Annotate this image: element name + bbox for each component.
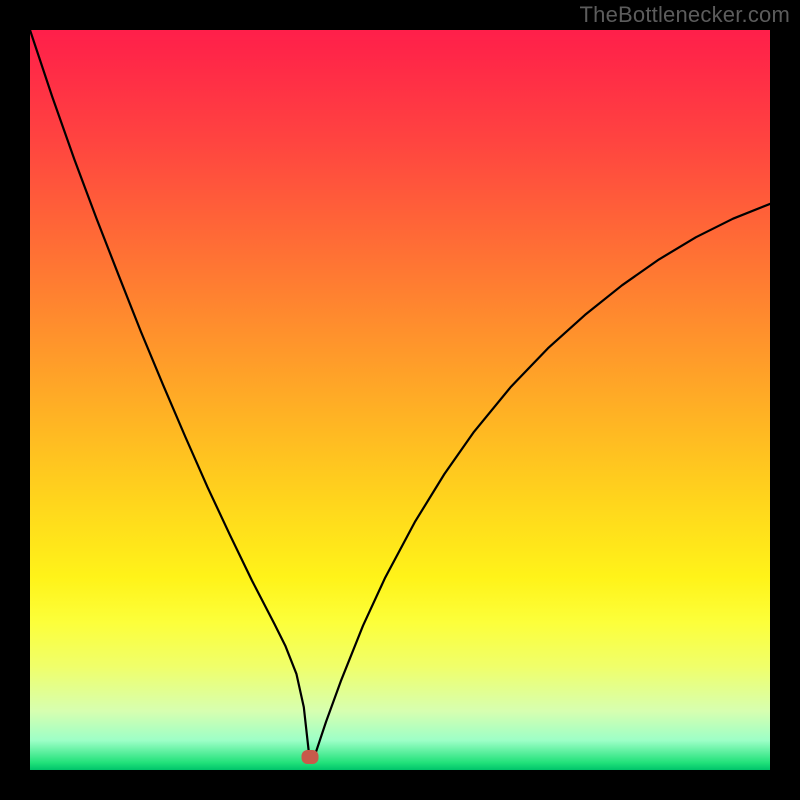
minimum-marker (301, 750, 318, 764)
watermark-text: TheBottlenecker.com (580, 2, 790, 28)
chart-frame: TheBottlenecker.com (0, 0, 800, 800)
curve-svg (30, 30, 770, 770)
plot-area (30, 30, 770, 770)
bottleneck-curve (30, 30, 770, 755)
